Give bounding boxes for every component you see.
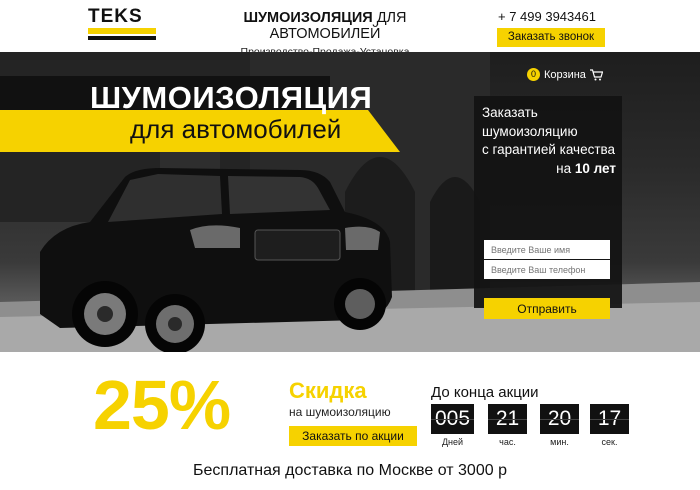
site-title: ШУМОИЗОЛЯЦИЯ ДЛЯ АВТОМОБИЛЕЙ — [190, 10, 460, 42]
request-call-button[interactable]: Заказать звонок — [497, 28, 605, 47]
order-form-line4: на 10 лет — [482, 160, 616, 179]
logo-yellow-bar — [88, 28, 156, 34]
countdown-seconds-label: сек. — [601, 437, 618, 447]
hero-title: ШУМОИЗОЛЯЦИЯ — [90, 80, 373, 115]
discount-subtitle: на шумоизоляцию — [289, 405, 391, 419]
phone-input[interactable] — [484, 260, 610, 279]
hero-banner: ШУМОИЗОЛЯЦИЯ для автомобилей 0 Корзина З… — [0, 52, 700, 352]
countdown-days: 005 — [431, 404, 474, 434]
cart-icon — [589, 68, 603, 80]
name-input[interactable] — [484, 240, 610, 259]
order-form-line3: с гарантией качества — [482, 142, 616, 157]
order-form-line1: Заказать — [482, 105, 538, 120]
countdown-minutes: 20 — [540, 404, 579, 434]
warranty-prefix: на — [556, 160, 572, 176]
promo-section: 25% Скидка на шумоизоляцию Заказать по а… — [0, 352, 700, 490]
phone-number[interactable]: + 7 499 3943461 — [498, 9, 596, 24]
cart-label: Корзина — [544, 68, 586, 81]
hero-subtitle: для автомобилей — [130, 114, 342, 144]
order-form-panel: Заказать шумоизоляцию с гарантией качест… — [474, 96, 622, 319]
free-delivery-note: Бесплатная доставка по Москве от 3000 р — [193, 462, 507, 479]
warranty-years: 10 лет — [574, 160, 616, 176]
site-title-bold: ШУМОИЗОЛЯЦИЯ — [243, 10, 373, 26]
cart-count-badge: 0 — [527, 68, 540, 81]
countdown-hours: 21 — [488, 404, 527, 434]
countdown-hours-label: час. — [499, 437, 516, 447]
countdown-minutes-label: мин. — [550, 437, 569, 447]
countdown-days-label: Дней — [441, 437, 464, 447]
order-form-line2: шумоизоляцию — [482, 123, 578, 139]
logo-text: TEKS — [88, 6, 143, 27]
discount-percent: 25% — [93, 366, 231, 444]
submit-button[interactable]: Отправить — [484, 298, 610, 319]
site-header: TEKS ШУМОИЗОЛЯЦИЯ ДЛЯ АВТОМОБИЛЕЙ Произв… — [0, 0, 700, 58]
order-form-text: Заказать шумоизоляцию с гарантией качест… — [482, 104, 616, 178]
site-title-block: ШУМОИЗОЛЯЦИЯ ДЛЯ АВТОМОБИЛЕЙ Производств… — [190, 10, 460, 58]
logo[interactable]: TEKS — [88, 6, 156, 42]
discount-title: Скидка — [289, 378, 367, 403]
logo-black-bar — [88, 36, 156, 40]
cart-link[interactable]: 0 Корзина — [527, 68, 603, 81]
order-promo-button[interactable]: Заказать по акции — [289, 426, 417, 446]
countdown-seconds: 17 — [590, 404, 629, 434]
countdown-title: До конца акции — [431, 384, 539, 401]
